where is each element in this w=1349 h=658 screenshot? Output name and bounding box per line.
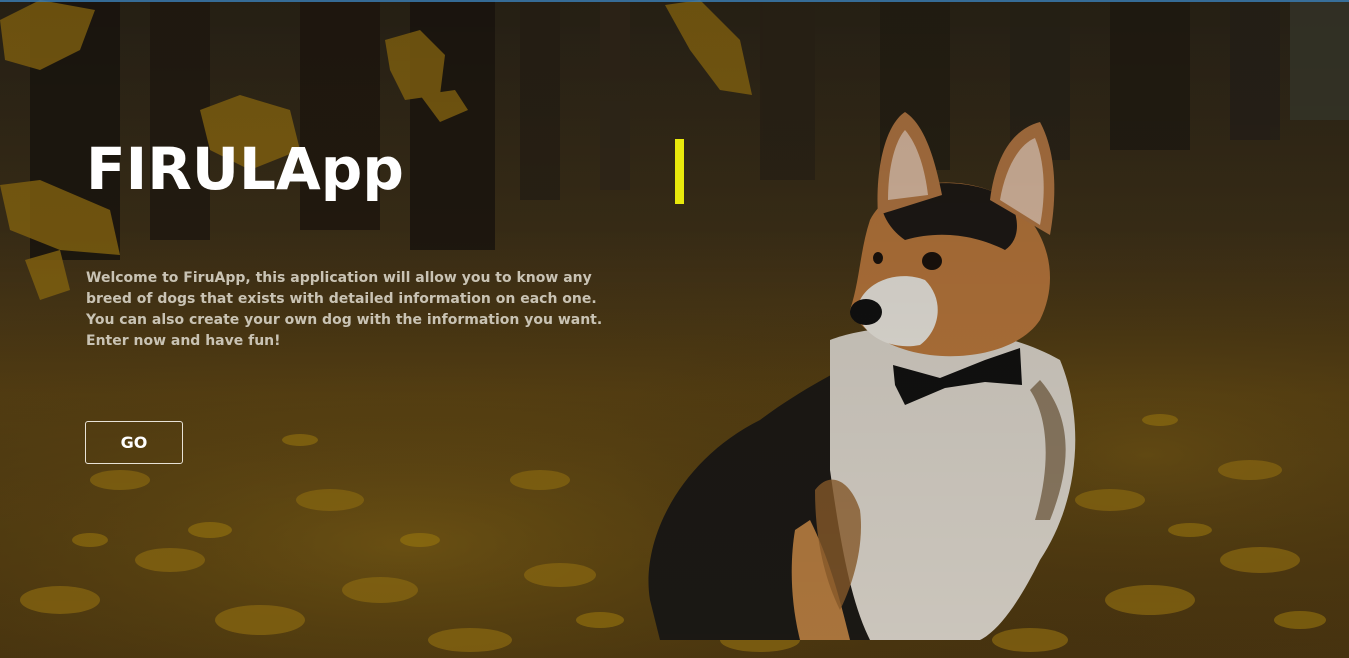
landing-hero: FIRULApp Welcome to FiruApp, this applic… [0, 0, 1349, 658]
intro-line: You can also create your own dog with th… [86, 312, 603, 328]
yellow-accent-bar [675, 139, 684, 204]
intro-text: Welcome to FiruApp, this application wil… [86, 268, 606, 352]
intro-line: Welcome to FiruApp, this application wil… [86, 270, 592, 286]
intro-line: breed of dogs that exists with detailed … [86, 291, 597, 307]
go-button[interactable]: GO [85, 421, 183, 464]
intro-line: Enter now and have fun! [86, 333, 281, 349]
app-title: FIRULApp [86, 135, 404, 203]
top-accent-line [0, 0, 1349, 2]
